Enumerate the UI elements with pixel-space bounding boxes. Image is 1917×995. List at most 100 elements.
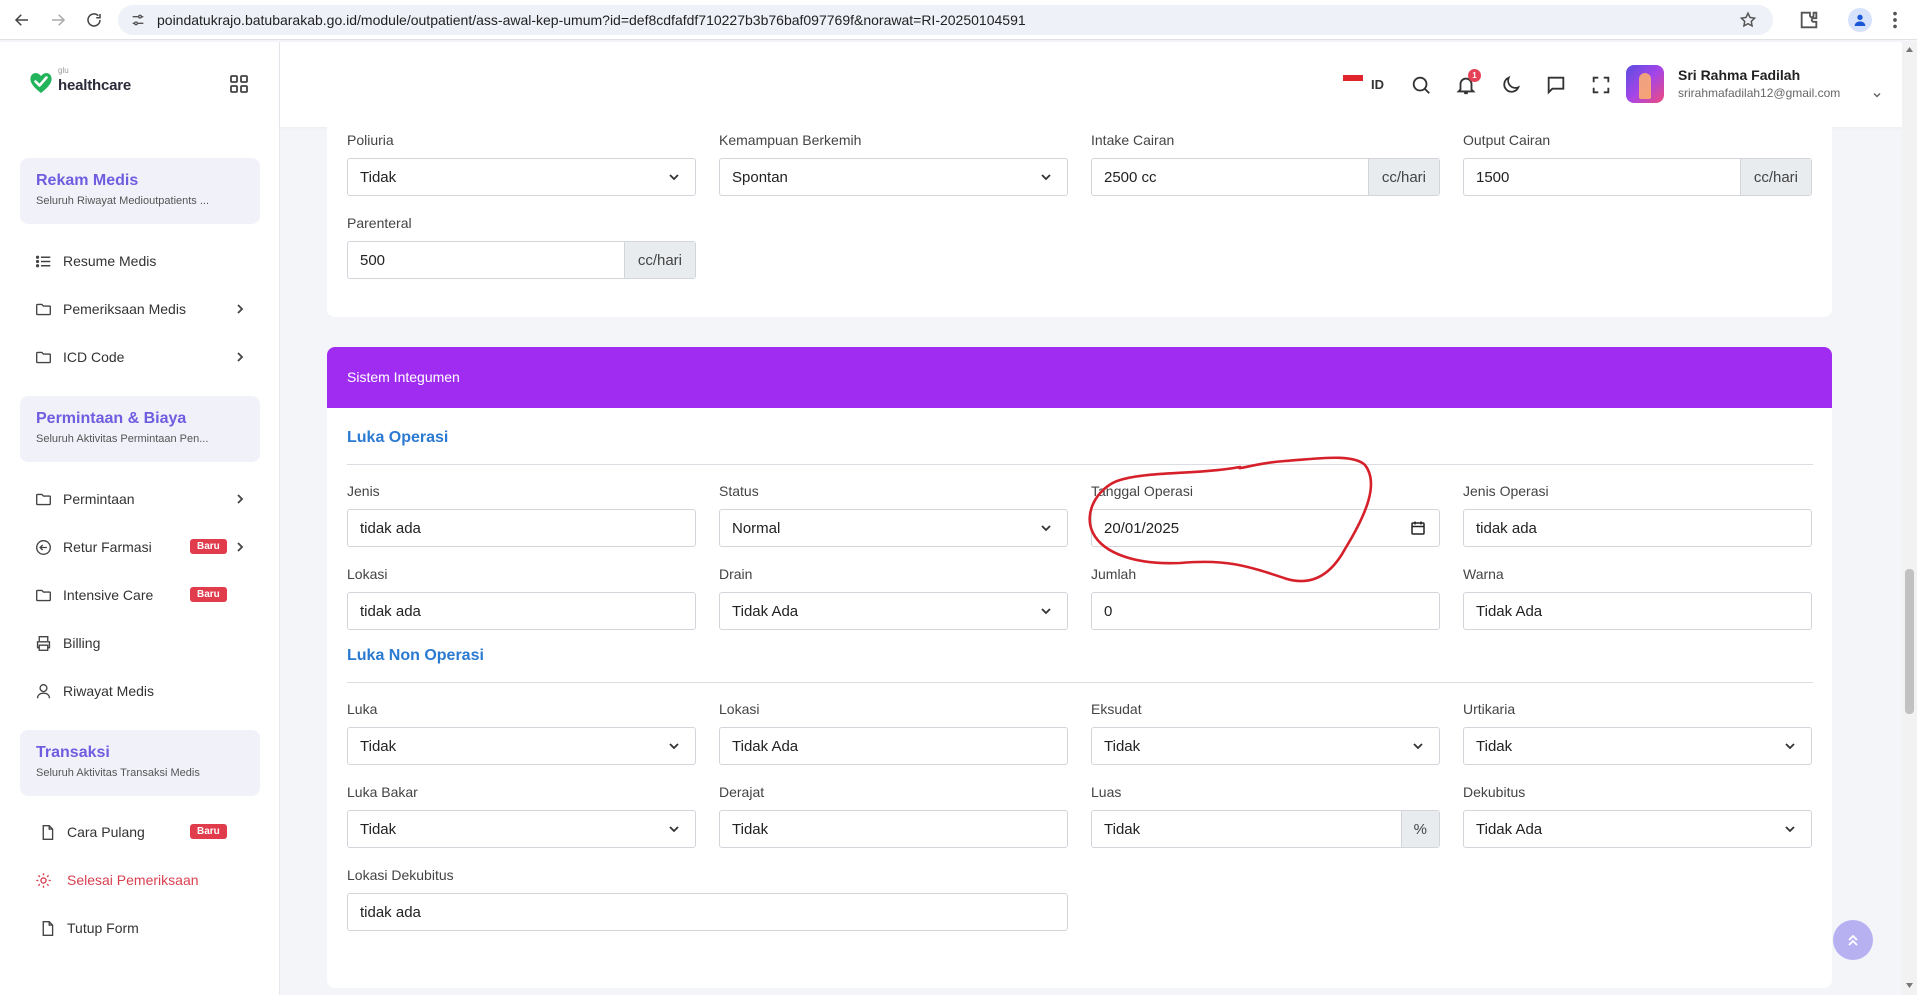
sidebar-item-retur-farmasi[interactable]: Retur Farmasi Baru <box>34 535 250 559</box>
sidebar-item-label: Tutup Form <box>67 920 139 936</box>
sidebar-item-cara-pulang[interactable]: Cara Pulang Baru <box>38 820 254 844</box>
input-value: tidak ada <box>360 903 421 921</box>
field-label: Jenis Operasi <box>1463 483 1549 499</box>
avatar[interactable] <box>1626 65 1664 103</box>
field-label: Lokasi Dekubitus <box>347 867 454 883</box>
bookmark-star-icon[interactable] <box>1739 11 1757 29</box>
logo-check-icon <box>30 73 52 93</box>
field-label: Poliuria <box>347 132 394 148</box>
app-logo[interactable]: glu healthcare <box>28 66 131 94</box>
field-label: Warna <box>1463 566 1504 582</box>
address-bar[interactable]: poindatukrajo.batubarakab.go.id/module/o… <box>118 5 1773 35</box>
field-label: Luas <box>1091 784 1122 800</box>
section-title: Transaksi <box>36 744 110 761</box>
sidebar-item-intensive-care[interactable]: Intensive Care Baru <box>34 583 250 607</box>
sidebar-item-riwayat-medis[interactable]: Riwayat Medis <box>34 679 250 703</box>
search-icon[interactable] <box>1410 74 1432 96</box>
language-code[interactable]: ID <box>1371 77 1384 92</box>
drain-field: Drain Tidak Ada <box>719 566 1068 630</box>
lokasi-operasi-input[interactable]: tidak ada <box>347 592 696 630</box>
chevron-down-icon <box>669 743 679 750</box>
field-label: Drain <box>719 566 753 582</box>
section-transaksi: Transaksi Seluruh Aktivitas Transaksi Me… <box>20 730 260 796</box>
luas-input[interactable]: Tidak % <box>1091 810 1440 848</box>
sidebar-item-permintaan[interactable]: Permintaan <box>34 487 250 511</box>
scroll-to-top-button[interactable] <box>1833 920 1873 960</box>
poliuria-select[interactable]: Tidak <box>347 158 696 196</box>
apps-grid-icon[interactable] <box>229 74 249 94</box>
chevron-down-icon <box>1041 174 1051 181</box>
sidebar-item-tutup-form[interactable]: Tutup Form <box>38 916 254 940</box>
sidebar-item-label: Billing <box>63 635 101 651</box>
lokasi-non-operasi-input[interactable]: Tidak Ada <box>719 727 1068 765</box>
scroll-down-arrow-icon[interactable] <box>1905 981 1914 989</box>
scrollbar-thumb[interactable] <box>1905 569 1914 714</box>
sidebar-item-icd-code[interactable]: ICD Code <box>34 345 250 369</box>
luka-select[interactable]: Tidak <box>347 727 696 765</box>
status-select[interactable]: Normal <box>719 509 1068 547</box>
moon-icon[interactable] <box>1500 74 1522 96</box>
top-header: ID 1 Sri Rahma Fadilah srirahmafadilah12… <box>280 42 1902 127</box>
jenis-field: Jenis tidak ada <box>347 483 696 547</box>
extensions-icon[interactable] <box>1798 9 1820 31</box>
browser-menu-icon[interactable] <box>1884 9 1906 31</box>
field-label: Kemampuan Berkemih <box>719 132 862 148</box>
new-badge: Baru <box>190 539 227 554</box>
page-scrollbar[interactable] <box>1902 42 1917 995</box>
eksudat-field: Eksudat Tidak <box>1091 701 1440 765</box>
jenis-input[interactable]: tidak ada <box>347 509 696 547</box>
tanggal-operasi-date-input[interactable]: 20/01/2025 <box>1091 509 1440 547</box>
chat-icon[interactable] <box>1545 74 1567 96</box>
file-icon <box>38 919 56 937</box>
select-value: Tidak <box>1104 737 1141 755</box>
kemampuan-berkemih-select[interactable]: Spontan <box>719 158 1068 196</box>
sidebar-item-label: Resume Medis <box>63 253 157 269</box>
select-value: Tidak Ada <box>1476 820 1543 838</box>
field-label: Tanggal Operasi <box>1091 483 1193 499</box>
output-cairan-input[interactable]: 1500 cc/hari <box>1463 158 1812 196</box>
sidebar-item-selesai-pemeriksaan[interactable]: Selesai Pemeriksaan <box>34 868 250 892</box>
jenis-operasi-input[interactable]: tidak ada <box>1463 509 1812 547</box>
chevron-down-icon[interactable] <box>1872 90 1882 100</box>
dekubitus-select[interactable]: Tidak Ada <box>1463 810 1812 848</box>
select-value: Normal <box>732 519 781 537</box>
back-icon[interactable] <box>10 8 34 32</box>
luka-bakar-select[interactable]: Tidak <box>347 810 696 848</box>
input-value: 20/01/2025 <box>1104 519 1180 537</box>
gear-icon <box>34 871 52 889</box>
sidebar-item-resume-medis[interactable]: Resume Medis <box>34 249 250 273</box>
warna-input[interactable]: Tidak Ada <box>1463 592 1812 630</box>
drain-select[interactable]: Tidak Ada <box>719 592 1068 630</box>
select-value: Tidak <box>360 820 397 838</box>
parenteral-input[interactable]: 500 cc/hari <box>347 241 696 279</box>
calendar-icon[interactable] <box>1410 520 1426 536</box>
scroll-up-arrow-icon[interactable] <box>1905 46 1914 54</box>
luka-field: Luka Tidak <box>347 701 696 765</box>
site-settings-icon[interactable] <box>130 12 146 28</box>
reload-icon[interactable] <box>82 8 106 32</box>
forward-icon[interactable] <box>46 8 70 32</box>
browser-profile-icon[interactable] <box>1848 8 1872 32</box>
return-icon <box>34 538 52 556</box>
list-icon <box>34 252 52 270</box>
dekubitus-field: Dekubitus Tidak Ada <box>1463 784 1812 848</box>
jumlah-field: Jumlah 0 <box>1091 566 1440 630</box>
elimination-card: Poliuria Tidak Kemampuan Berkemih Sponta… <box>327 127 1832 317</box>
field-label: Output Cairan <box>1463 132 1551 148</box>
fullscreen-icon[interactable] <box>1590 74 1612 96</box>
user-name[interactable]: Sri Rahma Fadilah <box>1678 67 1800 83</box>
double-chevron-up-icon <box>1848 934 1858 946</box>
sidebar-item-label: ICD Code <box>63 349 125 365</box>
derajat-input[interactable]: Tidak <box>719 810 1068 848</box>
jenis-operasi-field: Jenis Operasi tidak ada <box>1463 483 1812 547</box>
field-label: Lokasi <box>347 566 388 582</box>
urtikaria-select[interactable]: Tidak <box>1463 727 1812 765</box>
sidebar-item-pemeriksaan-medis[interactable]: Pemeriksaan Medis <box>34 297 250 321</box>
indonesia-flag-icon[interactable] <box>1343 75 1363 88</box>
sidebar-item-billing[interactable]: Billing <box>34 631 250 655</box>
lokasi-dekubitus-input[interactable]: tidak ada <box>347 893 1068 931</box>
jumlah-input[interactable]: 0 <box>1091 592 1440 630</box>
eksudat-select[interactable]: Tidak <box>1091 727 1440 765</box>
user-email[interactable]: srirahmafadilah12@gmail.com <box>1678 86 1840 100</box>
intake-cairan-input[interactable]: 2500 cc cc/hari <box>1091 158 1440 196</box>
